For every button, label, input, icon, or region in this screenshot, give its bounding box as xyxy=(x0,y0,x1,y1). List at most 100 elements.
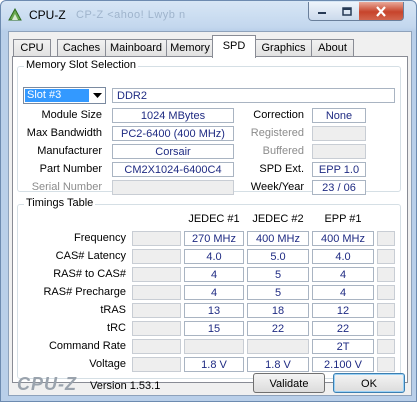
timing-row-blank xyxy=(132,357,181,372)
tab-spd[interactable]: SPD xyxy=(212,35,256,58)
timing-cell: 4.0 xyxy=(184,249,244,264)
timing-row-label: Voltage xyxy=(89,358,126,370)
memory-slot-group-title: Memory Slot Selection xyxy=(24,59,139,71)
timing-cell: 400 MHz xyxy=(312,231,374,246)
window-title-ghost: CP-Z <ahoo! Lwyb n xyxy=(76,9,186,21)
timing-cell: 15 xyxy=(184,321,244,336)
slot-select-value: Slot #3 xyxy=(25,89,89,102)
memory-type-field: DDR2 xyxy=(112,88,395,103)
timing-cell: 12 xyxy=(312,303,374,318)
timing-cell: 5 xyxy=(247,285,309,300)
timing-row-blank xyxy=(132,267,181,282)
registered-value xyxy=(312,126,366,141)
buffered-value xyxy=(312,144,366,159)
module-size-label: Module Size xyxy=(41,109,102,121)
tab-memory[interactable]: Memory xyxy=(166,39,214,57)
timings-group: Timings Table JEDEC #1 JEDEC #2 EPP #1 F… xyxy=(17,197,401,379)
timing-row-blank xyxy=(377,249,395,264)
slot-select[interactable]: Slot #3 xyxy=(23,87,106,104)
version-label: Version 1.53.1 xyxy=(90,380,161,392)
timing-cell: 4 xyxy=(312,285,374,300)
spd-ext-label: SPD Ext. xyxy=(259,163,304,175)
max-bandwidth-label: Max Bandwidth xyxy=(26,127,102,139)
correction-label: Correction xyxy=(253,109,304,121)
column-header: JEDEC #1 xyxy=(188,213,240,225)
part-number-value: CM2X1024-6400C4 xyxy=(112,162,234,177)
timing-row-blank xyxy=(132,303,181,318)
spd-ext-value: EPP 1.0 xyxy=(312,162,366,177)
module-size-value: 1024 MBytes xyxy=(112,108,234,123)
timing-cell: 2T xyxy=(312,339,374,354)
timing-cell: 22 xyxy=(247,321,309,336)
timing-cell: 13 xyxy=(184,303,244,318)
timing-cell: 400 MHz xyxy=(247,231,309,246)
close-button[interactable] xyxy=(359,2,404,21)
timing-cell: 4 xyxy=(312,267,374,282)
timing-row-label: RAS# Precharge xyxy=(43,286,126,298)
column-header: EPP #1 xyxy=(324,213,362,225)
column-header: JEDEC #2 xyxy=(252,213,304,225)
maximize-button[interactable] xyxy=(334,2,360,21)
timings-group-title: Timings Table xyxy=(24,197,96,209)
timing-row-label: tRAS xyxy=(100,304,126,316)
timing-row-blank xyxy=(132,231,181,246)
close-icon xyxy=(376,5,386,17)
week-year-label: Week/Year xyxy=(250,181,304,193)
timing-cell: 18 xyxy=(247,303,309,318)
timing-row-blank xyxy=(377,285,395,300)
max-bandwidth-value: PC2-6400 (400 MHz) xyxy=(112,126,234,141)
spd-tab-panel: Memory Slot Selection Slot #3 DDR2 Modul… xyxy=(12,56,408,383)
cpuz-window: CPU-Z CP-Z <ahoo! Lwyb n CPU Caches Main… xyxy=(0,0,417,402)
manufacturer-label: Manufacturer xyxy=(37,145,102,157)
timing-cell: 2.100 V xyxy=(312,357,374,372)
tab-strip: CPU Caches Mainboard Memory SPD Graphics… xyxy=(9,32,411,58)
timing-row-label: Command Rate xyxy=(48,340,126,352)
timing-cell: 5.0 xyxy=(247,249,309,264)
timing-row-blank xyxy=(132,339,181,354)
cpuz-app-icon xyxy=(8,7,22,22)
minimize-button[interactable] xyxy=(308,2,336,21)
timing-cell: 270 MHz xyxy=(184,231,244,246)
window-title: CPU-Z xyxy=(29,8,66,22)
tab-graphics[interactable]: Graphics xyxy=(255,39,312,57)
serial-number-value xyxy=(112,180,234,195)
client-area: CPU Caches Mainboard Memory SPD Graphics… xyxy=(8,31,412,396)
timing-row-label: Frequency xyxy=(74,232,126,244)
timing-cell: 5 xyxy=(247,267,309,282)
timing-row-blank xyxy=(377,267,395,282)
timing-cell xyxy=(184,339,244,354)
chevron-down-icon[interactable] xyxy=(90,88,105,103)
manufacturer-value: Corsair xyxy=(112,144,234,159)
minimize-icon xyxy=(318,12,326,14)
timing-row-blank xyxy=(132,321,181,336)
tab-caches[interactable]: Caches xyxy=(57,39,106,57)
timing-row-blank xyxy=(132,249,181,264)
timing-row-label: tRC xyxy=(107,322,126,334)
cpuz-logo: CPU-Z xyxy=(17,374,77,394)
timing-row-label: CAS# Latency xyxy=(55,250,126,262)
timing-row-blank xyxy=(132,285,181,300)
tab-cpu[interactable]: CPU xyxy=(13,39,51,57)
timing-row-blank xyxy=(377,357,395,372)
timing-row-label: RAS# to CAS# xyxy=(53,268,126,280)
timing-row-blank xyxy=(377,339,395,354)
timing-cell: 22 xyxy=(312,321,374,336)
part-number-label: Part Number xyxy=(39,163,102,175)
ok-button[interactable]: OK xyxy=(333,373,405,393)
tab-mainboard[interactable]: Mainboard xyxy=(105,39,167,57)
timing-row-blank xyxy=(377,231,395,246)
memory-slot-group: Memory Slot Selection Slot #3 DDR2 Modul… xyxy=(17,59,401,195)
serial-number-label: Serial Number xyxy=(31,181,102,193)
timing-cell: 1.8 V xyxy=(184,357,244,372)
timing-cell xyxy=(247,339,309,354)
week-year-value: 23 / 06 xyxy=(312,180,366,195)
timing-cell: 4 xyxy=(184,267,244,282)
tab-about[interactable]: About xyxy=(311,39,354,57)
registered-label: Registered xyxy=(250,127,304,139)
timing-cell: 1.8 V xyxy=(247,357,309,372)
title-bar[interactable]: CPU-Z CP-Z <ahoo! Lwyb n xyxy=(1,1,416,31)
maximize-icon xyxy=(341,6,352,16)
timing-row-blank xyxy=(377,321,395,336)
timing-cell: 4.0 xyxy=(312,249,374,264)
validate-button[interactable]: Validate xyxy=(253,373,325,393)
